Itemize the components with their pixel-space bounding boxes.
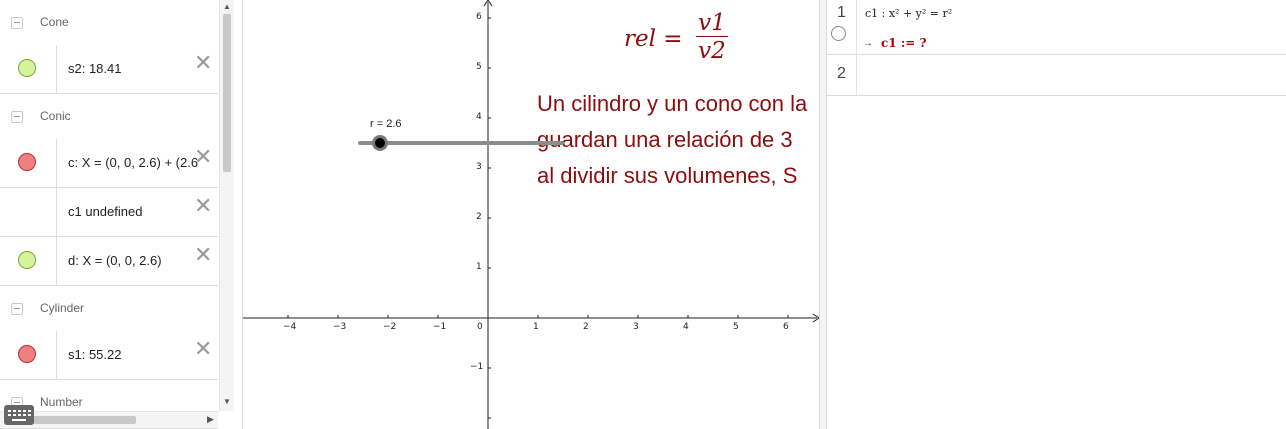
x-tick-label: −3 (333, 322, 347, 332)
scrollbar-thumb[interactable] (223, 14, 231, 172)
visibility-marble-icon[interactable] (18, 153, 36, 171)
algebra-item-d[interactable]: d: X = (0, 0, 2.6) ✕ (0, 237, 218, 286)
collapse-icon[interactable] (11, 303, 23, 315)
algebra-view: Cone s2: 18.41 ✕ Conic c: X = (0, 0, 2.6… (0, 0, 234, 429)
formula-numerator: v1 (698, 10, 726, 36)
scrollbar-thumb[interactable] (20, 416, 136, 424)
delete-icon[interactable]: ✕ (194, 338, 212, 360)
visibility-toggle-icon[interactable] (831, 26, 846, 41)
x-tick-label: 6 (783, 322, 789, 332)
problem-text[interactable]: Un cilindro y un cono con la guardan una… (537, 86, 820, 194)
x-tick-label: −1 (433, 322, 447, 332)
x-tick-label: 0 (477, 322, 483, 332)
x-tick-label: −4 (283, 322, 297, 332)
formula-fraction: v1 v2 (696, 10, 728, 64)
marble-cell (0, 188, 57, 236)
x-tick-label: 4 (683, 322, 689, 332)
group-label: Number (40, 395, 83, 409)
y-tick-label: 6 (476, 12, 482, 22)
scroll-up-icon[interactable]: ▲ (223, 2, 231, 11)
cas-view[interactable]: 1 c1 : x² + y² = r² → c1 := ? 2 (827, 0, 1286, 429)
problem-text-line: al dividir sus volumenes, S (537, 163, 798, 188)
problem-text-line: guardan una relación de 3 (537, 127, 793, 152)
algebra-item-s1[interactable]: s1: 55.22 ✕ (0, 331, 218, 380)
visibility-marble-icon[interactable] (18, 345, 36, 363)
y-tick-label: 3 (476, 162, 482, 172)
visibility-marble-icon[interactable] (18, 251, 36, 269)
delete-icon[interactable]: ✕ (194, 195, 212, 217)
algebra-item-c1[interactable]: c1 undefined ✕ (0, 188, 218, 237)
cas-row-number: 2 (827, 55, 857, 95)
cas-input[interactable]: c1 : x² + y² = r² (865, 7, 952, 20)
marble-cell (0, 237, 57, 285)
x-tick-label: −2 (383, 322, 397, 332)
y-tick-label: 5 (476, 62, 482, 72)
fraction-bar (696, 36, 728, 37)
group-label: Cylinder (40, 301, 85, 315)
group-header-cylinder[interactable]: Cylinder (0, 286, 218, 335)
collapse-icon[interactable] (11, 17, 23, 29)
algebra-item-s2[interactable]: s2: 18.41 ✕ (0, 45, 218, 94)
collapse-icon[interactable] (11, 111, 23, 123)
graphics-view[interactable]: −4 −3 −2 −1 0 1 2 3 4 5 6 6 5 4 3 2 1 −1 rel = v1 v2 Un … (242, 0, 820, 429)
x-tick-label: 3 (633, 322, 639, 332)
delete-icon[interactable]: ✕ (194, 52, 212, 74)
y-tick-label: 4 (476, 112, 482, 122)
y-tick-label: 2 (476, 212, 482, 222)
delete-icon[interactable]: ✕ (194, 244, 212, 266)
marble-cell (0, 331, 57, 379)
cas-row-1[interactable]: 1 c1 : x² + y² = r² → c1 := ? (827, 0, 1286, 55)
output-arrow-icon: → (863, 38, 873, 49)
y-tick-label: 1 (476, 262, 482, 272)
slider-track[interactable] (358, 141, 564, 145)
marble-cell (0, 45, 57, 93)
cas-row-2[interactable]: 2 (827, 55, 1286, 96)
marble-cell (0, 139, 57, 187)
y-tick-label: −1 (470, 362, 484, 372)
x-tick-label: 5 (733, 322, 739, 332)
group-header-cone[interactable]: Cone (0, 0, 218, 49)
slider-label: r = 2.6 (370, 118, 402, 130)
keyboard-icon[interactable] (4, 405, 34, 425)
pane-divider[interactable] (819, 0, 827, 429)
scroll-down-icon[interactable]: ▼ (223, 397, 231, 406)
coordinate-axes (243, 0, 820, 429)
vertical-scrollbar[interactable]: ▲ ▼ (219, 0, 234, 411)
group-header-conic[interactable]: Conic (0, 94, 218, 143)
group-label: Conic (40, 109, 71, 123)
delete-icon[interactable]: ✕ (194, 146, 212, 168)
formula-lhs: rel = (624, 26, 683, 52)
problem-text-line: Un cilindro y un cono con la (537, 91, 808, 116)
x-tick-label: 1 (533, 322, 539, 332)
x-tick-label: 2 (583, 322, 589, 332)
visibility-marble-icon[interactable] (18, 59, 36, 77)
group-label: Cone (40, 15, 69, 29)
algebra-item-c[interactable]: c: X = (0, 0, 2.6) + (2.6 ✕ (0, 139, 218, 188)
formula-denominator: v2 (698, 38, 726, 64)
slider-handle[interactable] (372, 135, 388, 151)
scroll-right-icon[interactable]: ▶ (207, 414, 214, 425)
cas-output: c1 := ? (881, 36, 927, 50)
